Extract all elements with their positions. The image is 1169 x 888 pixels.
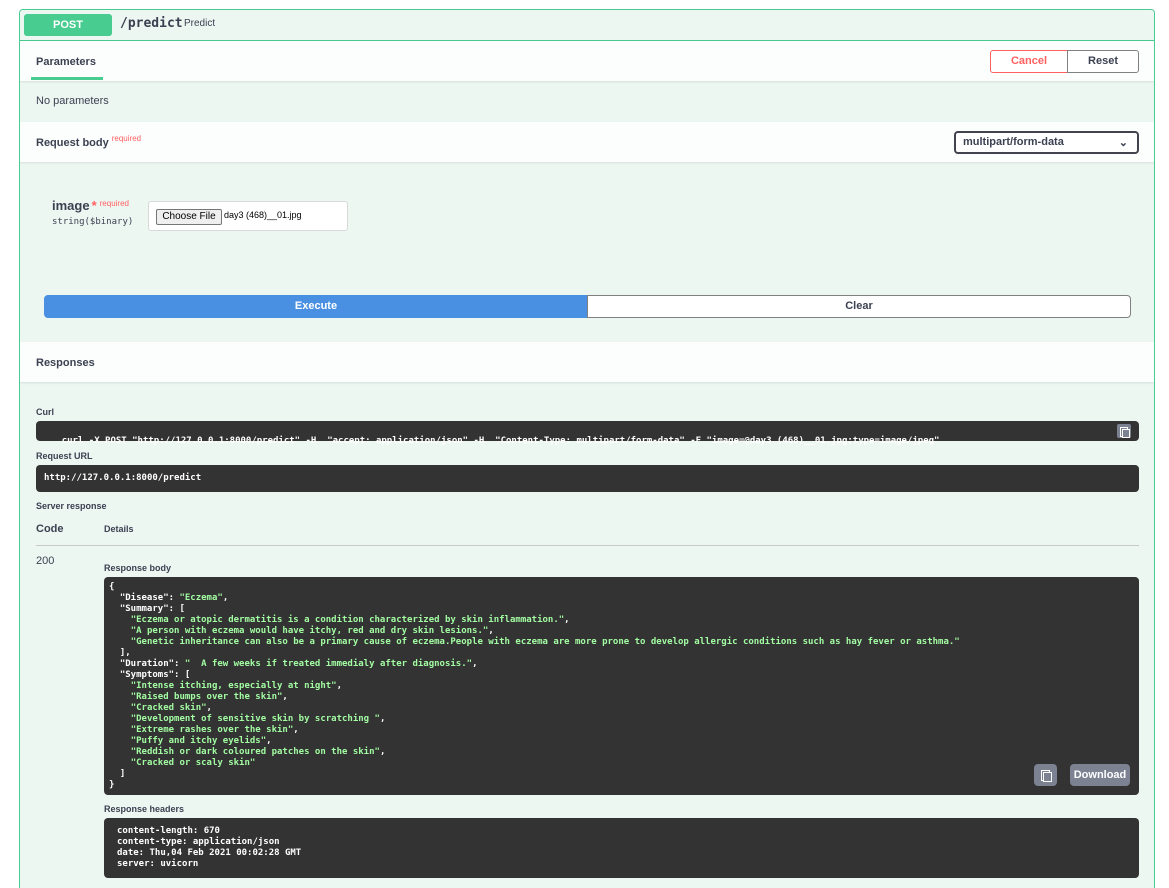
json-string: "Puffy and itchy eyelids" bbox=[130, 736, 267, 746]
json-string: "Cracked skin" bbox=[130, 703, 207, 713]
json-string: "Cracked or scaly skin" bbox=[130, 758, 256, 768]
required-marker: required bbox=[111, 134, 142, 143]
status-code: 200 bbox=[36, 555, 55, 567]
header-line: content-type: application/json bbox=[117, 837, 280, 847]
header-line: content-length: 670 bbox=[117, 826, 220, 836]
method-badge: POST bbox=[24, 14, 112, 36]
content-type-select[interactable]: multipart/form-data ⌄ bbox=[954, 131, 1139, 154]
endpoint-description: Predict bbox=[184, 18, 216, 29]
request-body-title: Request body required bbox=[36, 134, 142, 149]
table-divider bbox=[36, 545, 1139, 546]
file-input[interactable]: Choose File day3 (468)__01.jpg bbox=[148, 201, 348, 231]
param-required-label: required bbox=[99, 199, 129, 208]
json-string: "Raised bumps over the skin" bbox=[130, 692, 283, 702]
copy-icon[interactable] bbox=[1034, 764, 1057, 786]
response-headers[interactable]: content-length: 670 content-type: applic… bbox=[104, 818, 1139, 878]
request-body-header: Request body required multipart/form-data… bbox=[20, 122, 1154, 162]
code-column-header: Code bbox=[36, 523, 64, 535]
clear-button[interactable]: Clear bbox=[587, 295, 1131, 318]
copy-icon[interactable] bbox=[1117, 424, 1131, 438]
reset-button[interactable]: Reset bbox=[1067, 50, 1139, 73]
parameters-header: Parameters Cancel Reset bbox=[20, 41, 1154, 81]
json-string: "Genetic inheritance can also be a prima… bbox=[130, 637, 960, 647]
server-response-label: Server response bbox=[36, 501, 107, 511]
json-string: "Intense itching, especially at night" bbox=[130, 681, 337, 691]
selected-file-name: day3 (468)__01.jpg bbox=[224, 210, 302, 220]
responses-title: Responses bbox=[36, 357, 95, 369]
chevron-down-icon: ⌄ bbox=[1118, 137, 1128, 149]
param-name: image * required bbox=[52, 198, 129, 213]
json-string: "Development of sensitive skin by scratc… bbox=[130, 714, 380, 724]
json-string: " A few weeks if treated immedialy after… bbox=[184, 659, 473, 669]
header-line: date: Thu,04 Feb 2021 00:02:28 GMT bbox=[117, 848, 302, 858]
endpoint-path: /predict bbox=[120, 16, 183, 31]
response-body[interactable]: { "Disease": "Eczema", "Summary": [ "Ecz… bbox=[104, 577, 1139, 795]
choose-file-button[interactable]: Choose File bbox=[156, 209, 222, 225]
json-key: "Summary" bbox=[119, 604, 169, 614]
cancel-button[interactable]: Cancel bbox=[990, 50, 1068, 73]
header-line: server: uvicorn bbox=[117, 859, 199, 869]
tab-parameters[interactable]: Parameters bbox=[36, 56, 96, 68]
request-url[interactable]: http://127.0.0.1:8000/predict bbox=[36, 465, 1139, 492]
content-type-value: multipart/form-data bbox=[963, 136, 1064, 148]
no-parameters-text: No parameters bbox=[36, 95, 109, 107]
curl-text: curl -X POST "http://127.0.0.1:8000/pred… bbox=[61, 436, 940, 446]
json-string: "Extreme rashes over the skin" bbox=[130, 725, 294, 735]
execute-button[interactable]: Execute bbox=[44, 295, 588, 318]
response-body-label: Response body bbox=[104, 563, 172, 573]
operation-block: POST /predict Predict Parameters Cancel … bbox=[19, 9, 1155, 888]
details-column-header: Details bbox=[104, 524, 134, 534]
response-headers-label: Response headers bbox=[104, 804, 185, 814]
download-button[interactable]: Download bbox=[1070, 764, 1130, 786]
responses-header: Responses bbox=[20, 342, 1154, 382]
param-type: string($binary) bbox=[52, 217, 134, 227]
required-star: * bbox=[91, 198, 97, 213]
json-key: "Duration" bbox=[119, 659, 175, 669]
json-string: "Reddish or dark coloured patches on the… bbox=[130, 747, 380, 757]
json-key: "Disease" bbox=[119, 593, 169, 603]
json-string: "A person with eczema would have itchy, … bbox=[130, 626, 489, 636]
json-string: "Eczema or atopic dermatitis is a condit… bbox=[130, 615, 565, 625]
curl-command[interactable]: curl -X POST "http://127.0.0.1:8000/pred… bbox=[36, 421, 1139, 446]
operation-summary[interactable]: POST /predict Predict bbox=[20, 10, 1154, 41]
tab-underline bbox=[31, 77, 103, 80]
request-url-label: Request URL bbox=[36, 451, 93, 461]
json-string: "Eczema" bbox=[179, 593, 223, 603]
curl-label: Curl bbox=[36, 407, 54, 417]
json-key: "Symptoms" bbox=[119, 670, 175, 680]
